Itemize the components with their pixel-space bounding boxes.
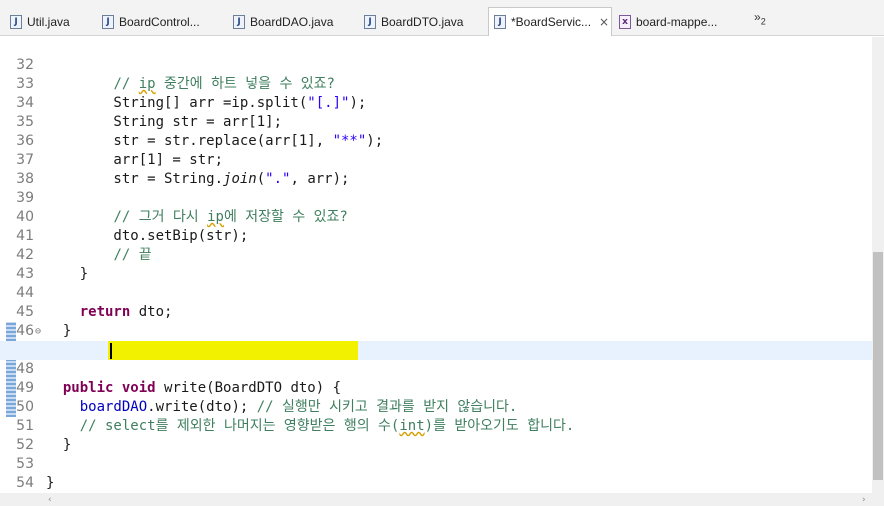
tab-label: BoardControl... (119, 15, 200, 29)
code-line: 55 (0, 474, 872, 493)
scroll-right-icon[interactable]: › (862, 495, 866, 505)
tab-boardcontroller[interactable]: J BoardControl... (102, 8, 222, 36)
text-caret (110, 343, 112, 359)
code-line: 39 // 그거 다시 ip에 저장할 수 있죠? (0, 170, 872, 225)
java-file-icon: J (233, 15, 245, 29)
java-file-icon: J (494, 15, 506, 29)
hidden-tab-count: 2 (760, 16, 766, 27)
tab-label: BoardDAO.java (250, 15, 334, 29)
code-line: 41 // 끝 (0, 208, 872, 263)
scroll-left-icon[interactable]: ‹ (48, 495, 52, 505)
tab-boardservice-java[interactable]: J *BoardServic... × (488, 7, 612, 36)
code-line: 47 ⊖ public void write(BoardDTO dto) { (0, 322, 872, 396)
xml-file-icon: x (619, 15, 631, 29)
code-line: 54 (0, 455, 872, 491)
code-line: 37 str = String.join(".", arr); (0, 132, 872, 187)
code-line: 34 String str = arr[1]; (0, 75, 872, 130)
code-line: 45 } (0, 284, 872, 339)
tab-boarddto-java[interactable]: J BoardDTO.java (364, 8, 484, 36)
tab-label: BoardDTO.java (381, 15, 464, 29)
tab-label: board-mappe... (636, 15, 718, 29)
code-line: 33 String[] arr =ip.split("[.]"); (0, 56, 872, 111)
java-file-icon: J (364, 15, 376, 29)
code-line: 50 // select를 제외한 나머지는 영향받은 행의 수(int)를 받… (0, 379, 872, 434)
code-line: 40 dto.setBip(str); (0, 189, 872, 244)
code-line: 38 (0, 151, 872, 187)
tab-overflow-button[interactable]: »2 (754, 10, 766, 26)
code-line: 46 (0, 303, 872, 339)
code-line: 53 } (0, 436, 872, 491)
chevron-double-right-icon: » (754, 10, 761, 24)
selection-highlight (108, 341, 358, 360)
code-line: 35 str = str.replace(arr[1], "**"); (0, 94, 872, 149)
code-line: 42 } (0, 227, 872, 282)
code-line: 44 return dto; (0, 265, 872, 320)
java-file-icon: J (10, 15, 22, 29)
scrollbar-thumb[interactable] (873, 252, 883, 480)
code-line: 51 } (0, 398, 872, 453)
tab-boarddao-java[interactable]: J BoardDAO.java (233, 8, 363, 36)
fold-collapse-icon[interactable]: ⊖ (35, 322, 41, 341)
tab-util-java[interactable]: J Util.java (10, 8, 110, 36)
editor-tab-bar: J Util.java J BoardControl... J BoardDAO… (0, 0, 884, 36)
horizontal-scrollbar[interactable]: ‹ › (0, 493, 884, 506)
code-line: 36 arr[1] = str; (0, 113, 872, 168)
java-file-icon: J (102, 15, 114, 29)
code-line: 49 boardDAO.write(dto); // 실행만 시키고 결과를 받… (0, 360, 872, 415)
code-line: 52 (0, 417, 872, 453)
code-line: 43 (0, 246, 872, 282)
vertical-scrollbar[interactable] (872, 37, 884, 493)
tab-label: Util.java (27, 15, 70, 29)
tab-label: *BoardServic... (511, 15, 592, 29)
code-line: 32 // ip 중간에 하트 넣을 수 있죠? (0, 37, 872, 92)
code-editor[interactable]: 32 // ip 중간에 하트 넣을 수 있죠? 33 String[] arr… (0, 37, 872, 493)
close-icon[interactable]: × (599, 15, 609, 29)
tab-board-mapper-xml[interactable]: x board-mappe... (619, 8, 749, 36)
